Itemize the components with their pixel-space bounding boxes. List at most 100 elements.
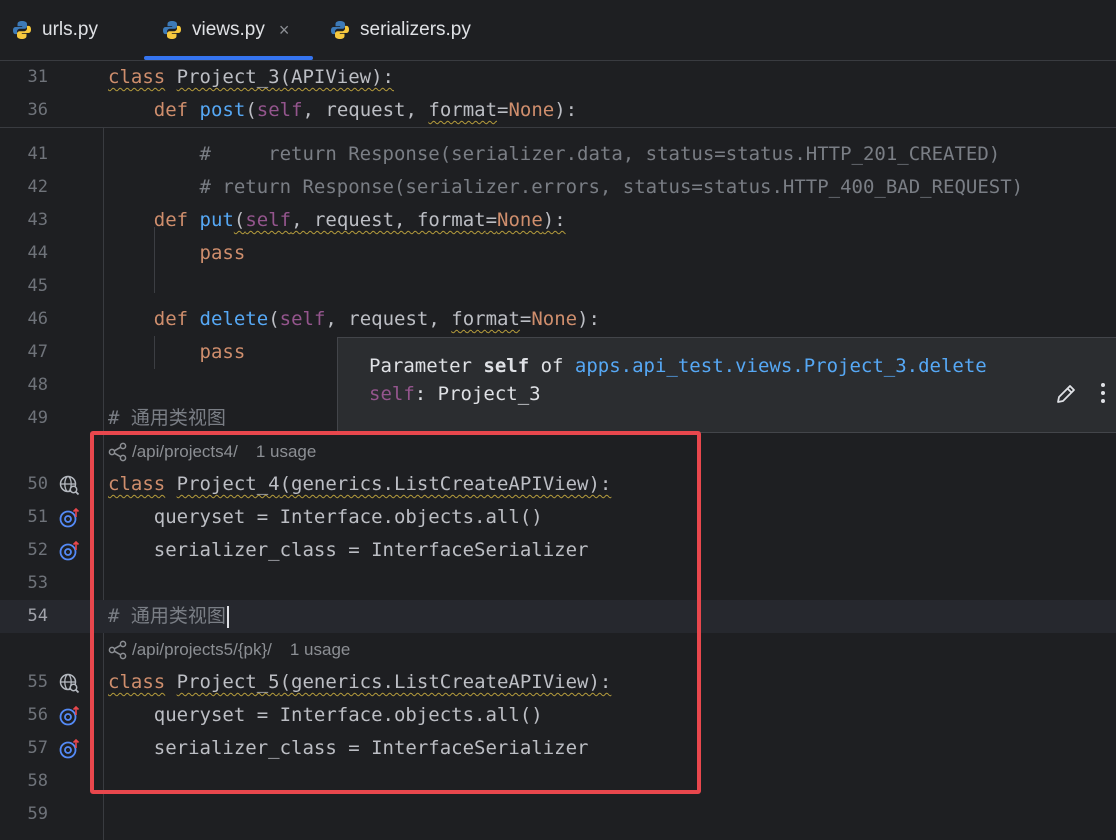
- line-number: 46: [27, 309, 48, 329]
- code-line[interactable]: 56 queryset = Interface.objects.all(): [0, 699, 1116, 732]
- globe-search-icon[interactable]: [58, 672, 80, 694]
- override-icon[interactable]: [58, 507, 80, 529]
- code-text: =: [485, 209, 498, 231]
- line-number: 56: [27, 705, 48, 725]
- keyword: def: [153, 209, 189, 231]
- usage-count[interactable]: 1 usage: [256, 435, 317, 468]
- code-line[interactable]: 58: [0, 765, 1116, 798]
- line-number: 52: [27, 540, 48, 560]
- param-format: format: [428, 99, 498, 121]
- line-number: 42: [27, 177, 48, 197]
- code-line[interactable]: 59: [0, 798, 1116, 831]
- line-number: 48: [27, 375, 48, 395]
- keyword: def: [153, 99, 189, 121]
- tab-serializers[interactable]: serializers.py: [330, 0, 471, 60]
- code-text: ):: [554, 99, 578, 121]
- code-line[interactable]: 52 serializer_class = InterfaceSerialize…: [0, 534, 1116, 567]
- code-text: serializer_class = InterfaceSerializer: [153, 737, 589, 759]
- code-line[interactable]: 44 pass: [0, 237, 1116, 270]
- line-number: 53: [27, 573, 48, 593]
- line-number: 58: [27, 771, 48, 791]
- line-number: 57: [27, 738, 48, 758]
- keyword: None: [497, 209, 543, 231]
- globe-search-icon[interactable]: [58, 474, 80, 496]
- keyword: pass: [199, 341, 246, 363]
- class-name: Project_5: [176, 671, 280, 693]
- param-format: format: [416, 209, 486, 231]
- code-line[interactable]: 45: [0, 270, 1116, 303]
- keyword: class: [108, 671, 166, 693]
- code-text: serializer_class = InterfaceSerializer: [153, 539, 589, 561]
- code-line[interactable]: 50 class Project_4(generics.ListCreateAP…: [0, 468, 1116, 501]
- code-text: =: [497, 99, 509, 121]
- keyword: class: [108, 66, 166, 88]
- keyword: None: [508, 99, 555, 121]
- code-text: , request,: [325, 308, 452, 330]
- comment: # 通用类视图: [108, 605, 226, 627]
- code-text: (generics.ListCreateAPIView):: [279, 671, 612, 693]
- kebab-menu-icon[interactable]: [1096, 380, 1110, 406]
- editor-tab-bar: urls.py views.py × serializers.py: [0, 0, 1116, 61]
- tab-views[interactable]: views.py ×: [144, 0, 313, 60]
- line-number: 36: [27, 100, 48, 120]
- line-number: 54: [27, 606, 48, 626]
- keyword: pass: [199, 242, 246, 264]
- code-text: queryset = Interface.objects.all(): [153, 704, 543, 726]
- code-line[interactable]: 31 class Project_3(APIView):: [0, 61, 1116, 94]
- code-line[interactable]: 42 # return Response(serializer.errors, …: [0, 171, 1116, 204]
- pencil-icon[interactable]: [1054, 382, 1078, 406]
- python-file-icon: [13, 21, 31, 39]
- route-inlay-hint[interactable]: /api/projects5/{pk}/ 1 usage: [108, 633, 350, 666]
- code-text: =: [519, 308, 532, 330]
- class-name: Project_3: [176, 66, 280, 88]
- code-line[interactable]: 57 serializer_class = InterfaceSerialize…: [0, 732, 1116, 765]
- sticky-scroll-header[interactable]: 31 class Project_3(APIView): 36 def post…: [0, 61, 1116, 128]
- line-number: 45: [27, 276, 48, 296]
- python-file-icon: [163, 21, 181, 39]
- comment: # return Response(serializer.data, statu…: [199, 143, 1001, 165]
- code-text: ):: [542, 209, 566, 231]
- override-icon[interactable]: [58, 705, 80, 727]
- line-number: 50: [27, 474, 48, 494]
- share-route-icon: [108, 442, 127, 461]
- usage-count[interactable]: 1 usage: [290, 633, 351, 666]
- route-path: /api/projects5/{pk}/: [132, 640, 272, 659]
- popup-text: of: [529, 355, 575, 377]
- code-line[interactable]: 46 def delete(self, request, format=None…: [0, 303, 1116, 336]
- line-number: 43: [27, 210, 48, 230]
- code-line[interactable]: 51 queryset = Interface.objects.all(): [0, 501, 1116, 534]
- code-text: ):: [577, 308, 600, 330]
- popup-sig-type: : Project_3: [414, 383, 541, 405]
- function-name: put: [199, 209, 234, 231]
- route-path: /api/projects4/: [132, 442, 238, 461]
- code-line[interactable]: 43 def put(self, request, format=None):: [0, 204, 1116, 237]
- comment: # return Response(serializer.errors, sta…: [199, 176, 1024, 198]
- comment: # 通用类视图: [108, 407, 226, 429]
- code-line[interactable]: 41 # return Response(serializer.data, st…: [0, 138, 1116, 171]
- tab-label: serializers.py: [360, 19, 471, 40]
- popup-link[interactable]: apps.api_test.views.Project_3.delete: [575, 355, 987, 377]
- code-line[interactable]: 53: [0, 567, 1116, 600]
- function-name: post: [199, 99, 246, 121]
- code-line[interactable]: 55 class Project_5(generics.ListCreateAP…: [0, 666, 1116, 699]
- tab-urls[interactable]: urls.py: [12, 0, 98, 60]
- line-number: 51: [27, 507, 48, 527]
- self-param: self: [256, 99, 303, 121]
- close-tab-icon[interactable]: ×: [279, 20, 290, 41]
- popup-sig-name: self: [369, 383, 415, 405]
- line-number: 44: [27, 243, 48, 263]
- line-number: 31: [27, 67, 48, 87]
- override-icon[interactable]: [58, 540, 80, 562]
- override-icon[interactable]: [58, 738, 80, 760]
- line-number: 55: [27, 672, 48, 692]
- line-number: 41: [27, 144, 48, 164]
- current-code-line[interactable]: 54 # 通用类视图: [0, 600, 1116, 633]
- parameter-info-popup[interactable]: Parameter self of apps.api_test.views.Pr…: [337, 337, 1116, 433]
- tab-label: urls.py: [42, 19, 98, 40]
- route-inlay-hint[interactable]: /api/projects4/ 1 usage: [108, 435, 316, 468]
- code-line[interactable]: 36 def post(self, request, format=None):: [0, 94, 1116, 127]
- param-format: format: [451, 308, 520, 330]
- keyword: def: [153, 308, 189, 330]
- popup-text: Parameter: [369, 355, 484, 377]
- line-number: 47: [27, 342, 48, 362]
